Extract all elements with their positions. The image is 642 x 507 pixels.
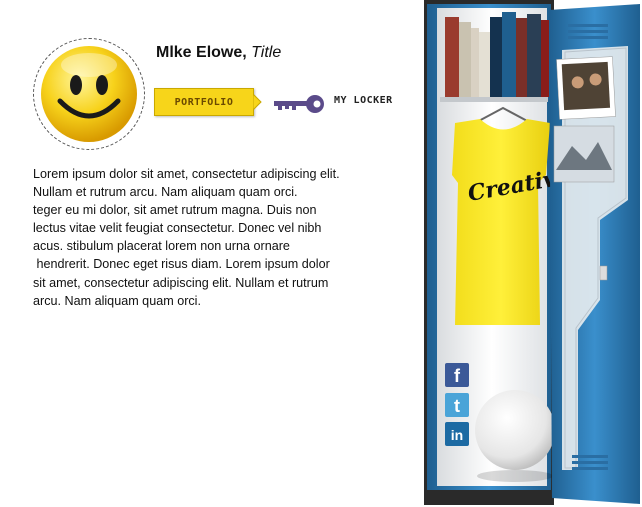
door-latch: [599, 265, 608, 281]
golf-ball: [475, 390, 555, 470]
bookshelf: [445, 12, 549, 97]
linkedin-glyph: in: [450, 427, 464, 443]
locker-shelf: [440, 97, 548, 102]
facebook-glyph: f: [454, 366, 460, 386]
twitter-glyph: t: [454, 396, 460, 416]
yellow-shirt: [452, 119, 550, 325]
locker-illustration: Creative: [424, 0, 640, 505]
twitter-icon[interactable]: t: [445, 393, 469, 417]
facebook-icon[interactable]: f: [445, 363, 469, 387]
linkedin-icon[interactable]: in: [445, 422, 469, 446]
door-photo-mountain: [553, 125, 615, 183]
